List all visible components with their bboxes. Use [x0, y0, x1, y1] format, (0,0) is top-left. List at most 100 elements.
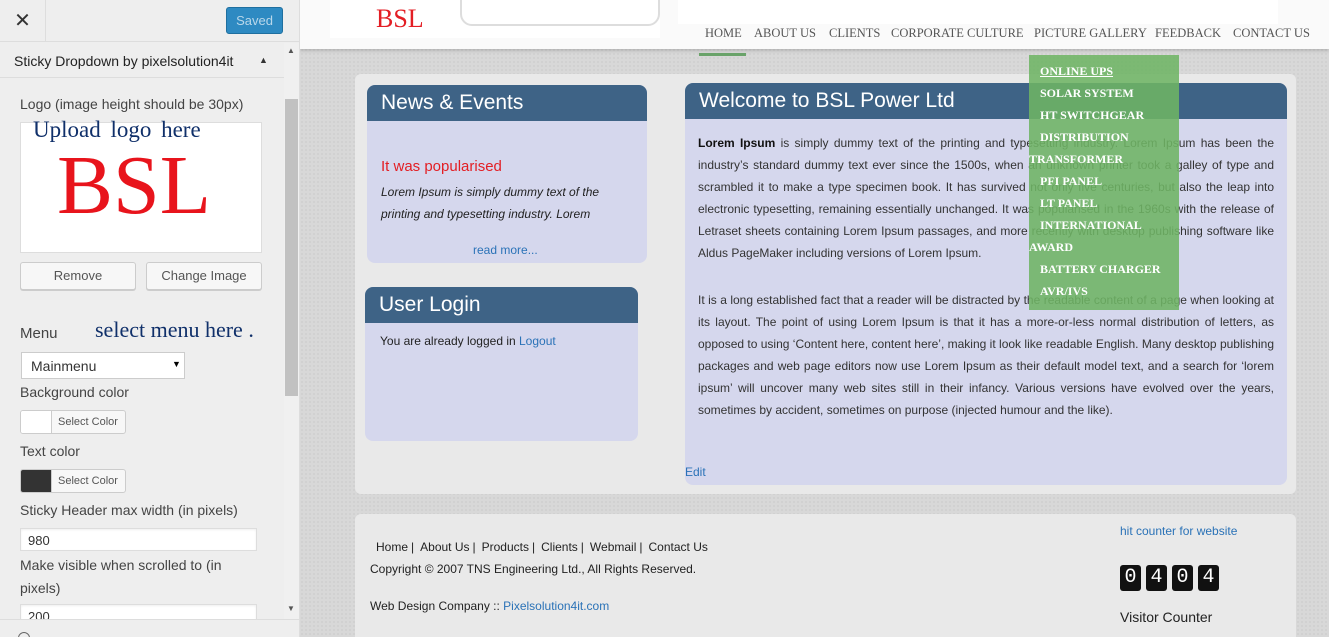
saved-button[interactable]: Saved: [226, 7, 283, 34]
dropdown-item-international[interactable]: INTERNATIONAL: [1040, 218, 1142, 233]
visible-scroll-label: Make visible when scrolled to (in pixels…: [20, 557, 222, 596]
footer-link-clients[interactable]: Clients: [541, 540, 578, 554]
text-color-picker[interactable]: Select Color: [20, 469, 126, 493]
dropdown-item-online-ups[interactable]: ONLINE UPS: [1040, 64, 1113, 79]
max-width-label: Sticky Header max width (in pixels): [20, 502, 238, 518]
dropdown-item-distribution[interactable]: DISTRIBUTION: [1040, 130, 1129, 145]
counter-digit: 0: [1120, 565, 1141, 591]
counter-digit: 4: [1146, 565, 1167, 591]
welcome-panel: Welcome to BSL Power Ltd Lorem Ipsum is …: [685, 83, 1287, 485]
login-status-text: You are already logged in: [380, 334, 519, 348]
footer-link-products[interactable]: Products: [482, 540, 529, 554]
login-panel: User Login You are already logged in Log…: [365, 287, 638, 441]
change-image-button[interactable]: Change Image: [146, 262, 262, 290]
dropdown-item-lt-panel[interactable]: LT PANEL: [1040, 196, 1097, 211]
copyright-text: Copyright © 2007 TNS Engineering Ltd., A…: [370, 562, 697, 576]
sidebar-scrollbar[interactable]: ▲ ▼: [284, 43, 299, 619]
edit-link[interactable]: Edit: [685, 465, 706, 479]
select-color-label: Select Color: [58, 475, 118, 487]
logout-link[interactable]: Logout: [519, 334, 556, 348]
counter-digit: 4: [1198, 565, 1219, 591]
menu-label: Menu: [20, 325, 58, 342]
footer-separator: |: [531, 540, 536, 554]
login-status: You are already logged in Logout: [380, 334, 556, 348]
welcome-paragraph-1: Lorem Ipsum is simply dummy text of the …: [698, 132, 1274, 264]
nav-contact-us[interactable]: CONTACT US: [1233, 26, 1310, 41]
nav-picture-gallery[interactable]: PICTURE GALLERY: [1034, 26, 1147, 41]
background-color-label: Background color: [20, 384, 129, 400]
welcome-body: Lorem Ipsum is simply dummy text of the …: [698, 132, 1274, 421]
section-title: Sticky Dropdown by pixelsolution4it: [14, 53, 234, 69]
news-item-text: Lorem Ipsum is simply dummy text of the …: [381, 185, 600, 221]
dropdown-item-ht-switchgear[interactable]: HT SWITCHGEAR: [1040, 108, 1144, 123]
logo-preview: Upload logo here BSL: [20, 117, 262, 253]
max-width-value: 980: [28, 533, 50, 548]
remove-button[interactable]: Remove: [20, 262, 136, 290]
footer-links: Home | About Us | Products | Clients | Webmail | C…: [376, 540, 711, 554]
background-color-swatch: [21, 411, 52, 433]
header-banner-right: [678, 0, 1278, 24]
scroll-up-icon[interactable]: ▲: [287, 46, 295, 55]
hit-counter-link[interactable]: hit counter for website: [1120, 524, 1237, 538]
section-header[interactable]: Sticky Dropdown by pixelsolution4it ▲: [0, 43, 284, 78]
text-color-swatch: [21, 470, 52, 492]
footer-link-about-us[interactable]: About Us: [420, 540, 469, 554]
nav-active-indicator: [699, 53, 746, 56]
scrollbar-thumb[interactable]: [285, 99, 298, 396]
news-title: News & Events: [367, 85, 647, 121]
dropdown-item-battery-charger[interactable]: BATTERY CHARGER: [1040, 262, 1161, 277]
login-title: User Login: [365, 287, 638, 323]
products-dropdown: ONLINE UPS SOLAR SYSTEM HT SWITCHGEAR DI…: [1029, 55, 1179, 310]
site-logo[interactable]: BSL: [376, 4, 424, 34]
visible-scroll-input[interactable]: 200: [20, 604, 257, 619]
footer-link-contact-us[interactable]: Contact Us: [649, 540, 708, 554]
nav-home[interactable]: HOME: [705, 26, 742, 41]
nav-about-us[interactable]: ABOUT US: [754, 26, 816, 41]
visitor-counter-label: Visitor Counter: [1120, 609, 1213, 625]
dropdown-item-pfi-panel[interactable]: PFI PANEL: [1040, 174, 1102, 189]
select-color-label: Select Color: [58, 416, 118, 428]
logo-label: Logo (image height should be 30px): [20, 96, 244, 112]
chevron-down-icon: ▼: [172, 359, 181, 369]
nav-clients[interactable]: CLIENTS: [829, 26, 880, 41]
scroll-down-icon[interactable]: ▼: [287, 604, 295, 613]
web-design-link[interactable]: Pixelsolution4it.com: [503, 599, 609, 613]
sticky-header: BSL HOME ABOUT US CLIENTS CORPORATE CULT…: [300, 0, 1329, 49]
welcome-bold: Lorem Ipsum: [698, 136, 776, 150]
footer-separator: |: [472, 540, 476, 554]
nav-feedback[interactable]: FEEDBACK: [1155, 26, 1221, 41]
background-color-picker[interactable]: Select Color: [20, 410, 126, 434]
welcome-paragraph-2: It is a long established fact that a rea…: [698, 293, 1274, 417]
footer-separator: |: [580, 540, 584, 554]
footer-link-home[interactable]: Home: [376, 540, 408, 554]
news-item-title[interactable]: It was popularised: [381, 158, 502, 175]
web-design-prefix: Web Design Company ::: [370, 599, 504, 613]
visible-scroll-value: 200: [28, 609, 50, 619]
welcome-title: Welcome to BSL Power Ltd: [685, 83, 1287, 119]
news-panel: News & Events It was popularised Lorem I…: [367, 85, 647, 263]
collapse-icon[interactable]: [18, 632, 30, 637]
web-design-credit: Web Design Company :: Pixelsolution4it.c…: [370, 599, 609, 613]
dropdown-item-avr-ivs[interactable]: AVR/IVS: [1040, 284, 1088, 299]
customizer-footer: [0, 619, 299, 637]
dropdown-item-solar-system[interactable]: SOLAR SYSTEM: [1040, 86, 1134, 101]
menu-select[interactable]: Mainmenu ▼: [21, 352, 185, 379]
dropdown-item-award[interactable]: AWARD: [1029, 240, 1073, 255]
nav-corporate-culture[interactable]: CORPORATE CULTURE: [891, 26, 1024, 41]
dropdown-item-transformer[interactable]: TRANSFORMER: [1029, 152, 1123, 167]
section-content: Logo (image height should be 30px) Uploa…: [0, 79, 284, 619]
footer-separator: |: [411, 540, 415, 554]
max-width-input[interactable]: 980: [20, 528, 257, 551]
menu-note: select menu here .: [95, 317, 254, 342]
welcome-text-1: is simply dummy text of the printing and…: [698, 136, 1274, 260]
menu-select-value: Mainmenu: [31, 358, 97, 374]
visitor-counter-digits: 0404: [1120, 565, 1224, 591]
customizer-sidebar: ✕ Saved Sticky Dropdown by pixelsolution…: [0, 0, 300, 637]
footer-separator: |: [639, 540, 643, 554]
logo-image: BSL: [57, 139, 212, 232]
close-icon[interactable]: ✕: [0, 0, 46, 42]
collapse-arrow-icon[interactable]: ▲: [259, 55, 268, 65]
footer-link-webmail[interactable]: Webmail: [590, 540, 636, 554]
text-color-label: Text color: [20, 443, 80, 459]
read-more-link[interactable]: read more...: [473, 243, 538, 257]
